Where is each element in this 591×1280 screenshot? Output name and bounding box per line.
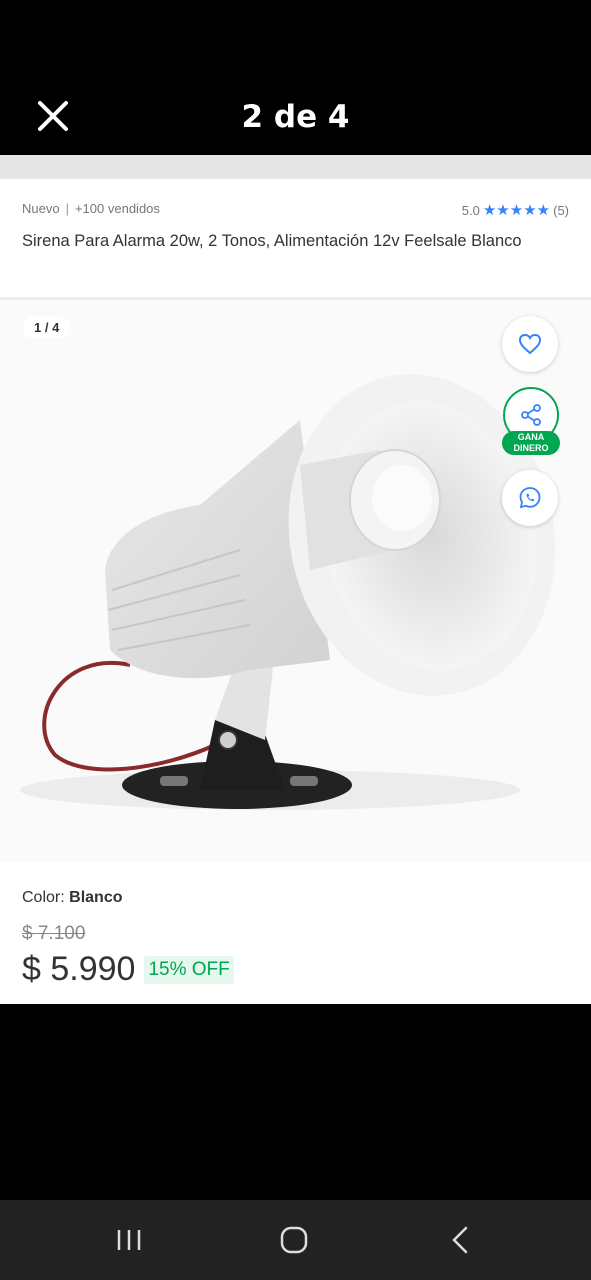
sold-count: +100 vendidos bbox=[74, 201, 160, 216]
rating-value: 5.0 bbox=[461, 202, 480, 218]
siren-product-image bbox=[20, 374, 556, 810]
rating[interactable]: 5.0 ★★★★★ (5) bbox=[462, 201, 569, 219]
image-counter-header: 2 de 4 bbox=[241, 99, 350, 135]
back-button[interactable] bbox=[440, 1222, 480, 1258]
badge-line-1: GANA bbox=[517, 432, 545, 442]
condition-label: Nuevo bbox=[22, 201, 60, 216]
home-button[interactable] bbox=[274, 1222, 314, 1258]
heart-icon bbox=[518, 333, 542, 355]
product-meta: Nuevo | +100 vendidos bbox=[22, 201, 160, 216]
recents-icon bbox=[117, 1230, 141, 1250]
top-band bbox=[0, 155, 591, 179]
screenshot-image: Nuevo | +100 vendidos 5.0 ★★★★★ (5) Sirena… bbox=[0, 155, 591, 1004]
product-gallery[interactable]: 1 / 4 GANA DINERO bbox=[0, 300, 591, 862]
purchase-details: Color: Blanco $ 7.100 $ 5.990 15% OFF bbox=[0, 862, 591, 1004]
color-label: Color: bbox=[22, 889, 65, 906]
recents-button[interactable] bbox=[109, 1222, 149, 1258]
product-title: Sirena Para Alarma 20w, 2 Tonos, Aliment… bbox=[22, 232, 522, 250]
product-info-card: Nuevo | +100 vendidos 5.0 ★★★★★ (5) Sirena… bbox=[0, 179, 591, 297]
whatsapp-icon bbox=[519, 487, 541, 509]
star-icons: ★★★★★ bbox=[482, 202, 551, 219]
home-icon bbox=[280, 1226, 308, 1254]
viewer-header: 2 de 4 bbox=[0, 0, 591, 155]
share-icon bbox=[521, 404, 541, 426]
share-earn-button[interactable]: GANA DINERO bbox=[502, 387, 560, 461]
current-price: $ 5.990 bbox=[22, 950, 136, 988]
price-row: $ 5.990 15% OFF bbox=[22, 950, 234, 989]
review-count: (5) bbox=[553, 202, 569, 218]
system-navigation-bar bbox=[0, 1200, 591, 1280]
color-selector[interactable]: Color: Blanco bbox=[22, 889, 122, 907]
favorite-button[interactable] bbox=[502, 316, 558, 372]
back-icon bbox=[452, 1226, 468, 1254]
meta-separator: | bbox=[65, 201, 69, 216]
original-price: $ 7.100 bbox=[22, 923, 86, 944]
whatsapp-button[interactable] bbox=[502, 470, 558, 526]
gana-dinero-badge: GANA DINERO bbox=[502, 431, 560, 455]
image-pager: 1 / 4 bbox=[23, 316, 71, 339]
badge-line-2: DINERO bbox=[513, 443, 549, 453]
color-value: Blanco bbox=[69, 889, 123, 906]
discount-badge: 15% OFF bbox=[144, 955, 234, 984]
